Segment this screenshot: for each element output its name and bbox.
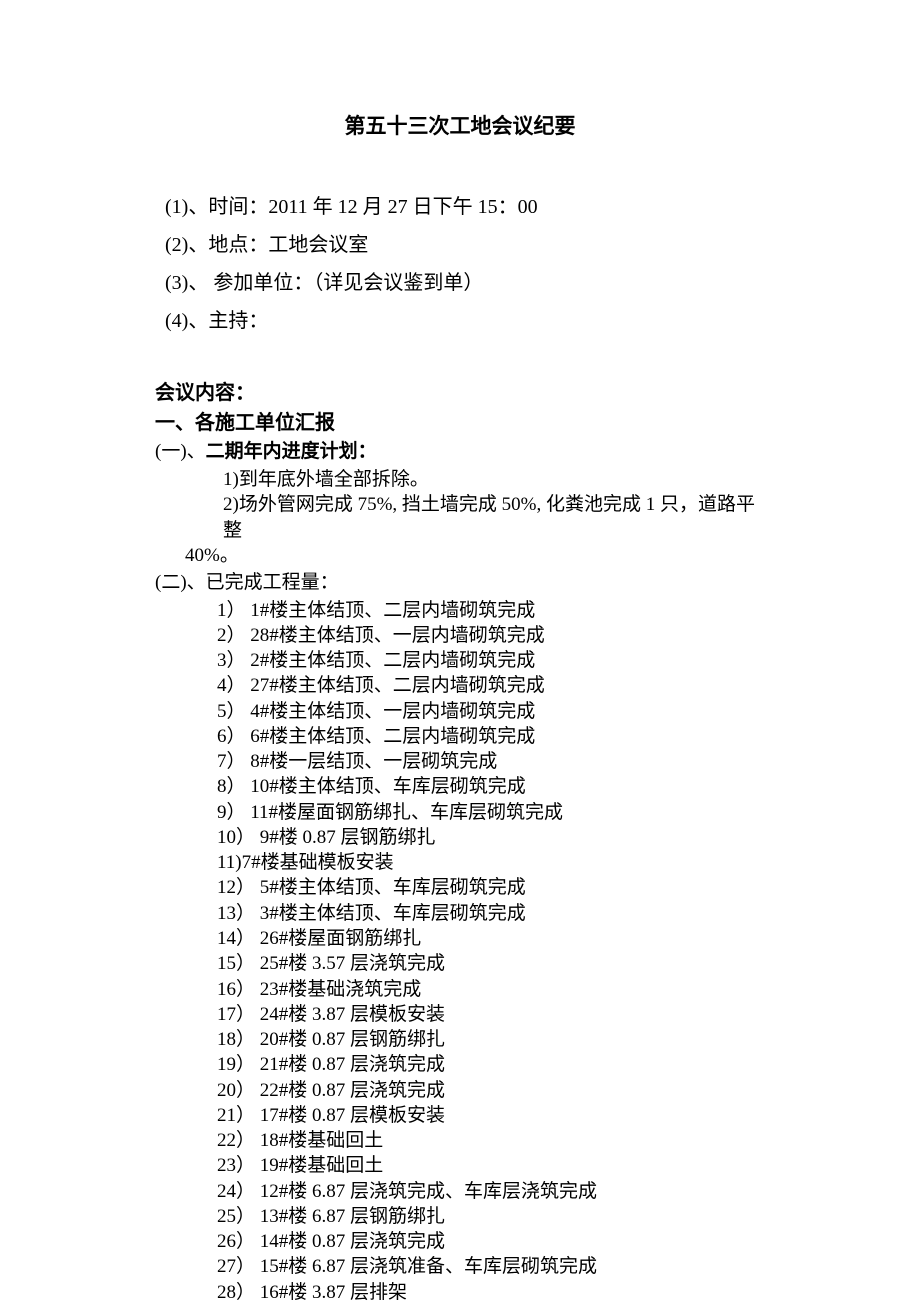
completed-item: 3） 2#楼主体结顶、二层内墙砌筑完成 bbox=[217, 648, 765, 673]
meta-attendees: (3)、 参加单位：（详见会议鉴到单） bbox=[165, 264, 765, 302]
completed-item: 21） 17#楼 0.87 层模板安装 bbox=[217, 1103, 765, 1128]
completed-item: 6） 6#楼主体结顶、二层内墙砌筑完成 bbox=[217, 724, 765, 749]
meta-host: (4)、主持： bbox=[165, 302, 765, 340]
plan-item-1: 1)到年底外墙全部拆除。 bbox=[223, 467, 765, 493]
content-header: 会议内容： bbox=[155, 378, 765, 408]
meta-location: (2)、地点：工地会议室 bbox=[165, 226, 765, 264]
completed-item: 10） 9#楼 0.87 层钢筋绑扎 bbox=[217, 825, 765, 850]
completed-item: 4） 27#楼主体结顶、二层内墙砌筑完成 bbox=[217, 673, 765, 698]
completed-item: 9） 11#楼屋面钢筋绑扎、车库层砌筑完成 bbox=[217, 800, 765, 825]
completed-item: 11)7#楼基础模板安装 bbox=[217, 850, 765, 875]
completed-item: 18） 20#楼 0.87 层钢筋绑扎 bbox=[217, 1027, 765, 1052]
section-1-header: 一、各施工单位汇报 bbox=[155, 408, 765, 438]
completed-item: 28） 16#楼 3.87 层排架 bbox=[217, 1280, 765, 1305]
completed-item: 13） 3#楼主体结顶、车库层砌筑完成 bbox=[217, 901, 765, 926]
subsection-1-title: 二期年内进度计划： bbox=[206, 441, 377, 462]
completed-item: 20） 22#楼 0.87 层浇筑完成 bbox=[217, 1078, 765, 1103]
completed-item: 15） 25#楼 3.57 层浇筑完成 bbox=[217, 951, 765, 976]
completed-item: 22） 18#楼基础回土 bbox=[217, 1128, 765, 1153]
completed-item: 19） 21#楼 0.87 层浇筑完成 bbox=[217, 1052, 765, 1077]
document-title: 第五十三次工地会议纪要 bbox=[155, 110, 765, 140]
completed-item: 12） 5#楼主体结顶、车库层砌筑完成 bbox=[217, 875, 765, 900]
completed-item: 2） 28#楼主体结顶、一层内墙砌筑完成 bbox=[217, 623, 765, 648]
completed-item: 27） 15#楼 6.87 层浇筑准备、车库层砌筑完成 bbox=[217, 1254, 765, 1279]
completed-item: 24） 12#楼 6.87 层浇筑完成、车库层浇筑完成 bbox=[217, 1179, 765, 1204]
completed-item: 14） 26#楼屋面钢筋绑扎 bbox=[217, 926, 765, 951]
completed-item: 7） 8#楼一层结顶、一层砌筑完成 bbox=[217, 749, 765, 774]
plan-item-2-cont: 40%。 bbox=[185, 543, 765, 569]
completed-item: 17） 24#楼 3.87 层模板安装 bbox=[217, 1002, 765, 1027]
completed-item: 8） 10#楼主体结顶、车库层砌筑完成 bbox=[217, 774, 765, 799]
subsection-1: (一)、二期年内进度计划： bbox=[155, 438, 765, 467]
subsection-1-prefix: (一)、 bbox=[155, 441, 206, 462]
subsection-2: (二)、已完成工程量： bbox=[155, 569, 765, 598]
completed-item: 16） 23#楼基础浇筑完成 bbox=[217, 977, 765, 1002]
completed-item: 5） 4#楼主体结顶、一层内墙砌筑完成 bbox=[217, 699, 765, 724]
completed-item: 23） 19#楼基础回土 bbox=[217, 1153, 765, 1178]
meta-time: (1)、时间：2011 年 12 月 27 日下午 15：00 bbox=[165, 188, 765, 226]
completed-item: 25） 13#楼 6.87 层钢筋绑扎 bbox=[217, 1204, 765, 1229]
completed-item: 1） 1#楼主体结顶、二层内墙砌筑完成 bbox=[217, 598, 765, 623]
completed-item: 26） 14#楼 0.87 层浇筑完成 bbox=[217, 1229, 765, 1254]
plan-item-2: 2)场外管网完成 75%, 挡土墙完成 50%, 化粪池完成 1 只，道路平整 bbox=[223, 492, 765, 543]
